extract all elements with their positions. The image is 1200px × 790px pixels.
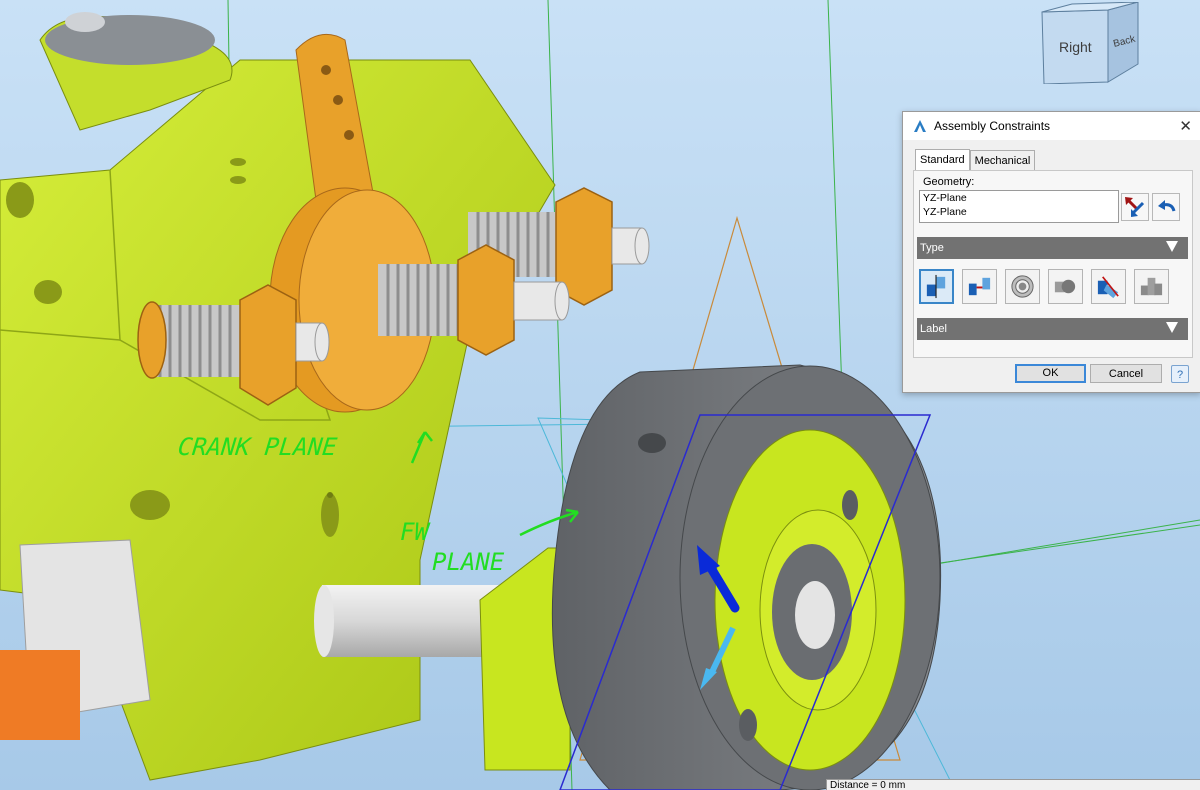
constraint-type-buttons bbox=[919, 269, 1169, 304]
fw-plane-annotation: PLANE bbox=[432, 548, 505, 576]
status-bar: Distance = 0 mm bbox=[826, 779, 1200, 790]
concentric-constraint-button[interactable] bbox=[1005, 269, 1040, 304]
geometry-selection-list[interactable]: YZ-Plane YZ-Plane bbox=[919, 190, 1119, 223]
collapse-triangle-icon[interactable] bbox=[1166, 241, 1178, 252]
crank-plane-annotation: CRANK PLANE bbox=[177, 433, 339, 461]
type-section-label: Type bbox=[920, 242, 944, 254]
point-icon bbox=[1054, 279, 1076, 294]
view-cube[interactable]: Right Back bbox=[1038, 1, 1144, 85]
cancel-button[interactable]: Cancel bbox=[1090, 364, 1162, 383]
offset-planar-icon bbox=[968, 277, 991, 296]
undo-arrow-icon bbox=[1158, 200, 1176, 212]
geometry-label: Geometry: bbox=[923, 176, 975, 188]
geometry-item[interactable]: YZ-Plane bbox=[923, 191, 1118, 205]
offset-planar-constraint-button[interactable] bbox=[962, 269, 997, 304]
point-constraint-button[interactable] bbox=[1048, 269, 1083, 304]
label-section-header[interactable]: Label bbox=[917, 318, 1188, 340]
flip-arrows-icon bbox=[1125, 197, 1145, 217]
ok-button[interactable]: OK bbox=[1015, 364, 1086, 383]
fw-annotation: FW bbox=[400, 518, 431, 546]
dialog-titlebar[interactable]: Assembly Constraints ✕ bbox=[903, 112, 1200, 140]
close-icon[interactable]: ✕ bbox=[1179, 117, 1192, 135]
tab-standard[interactable]: Standard bbox=[915, 149, 970, 172]
label-section-label: Label bbox=[920, 323, 947, 335]
dialog-title: Assembly Constraints bbox=[934, 119, 1051, 133]
geometry-item[interactable]: YZ-Plane bbox=[923, 205, 1118, 219]
type-section-header[interactable]: Type bbox=[917, 237, 1188, 259]
assembly-constraints-dialog[interactable]: Assembly Constraints ✕ Standard Mechanic… bbox=[902, 111, 1200, 393]
distance-constraint-button[interactable] bbox=[1134, 269, 1169, 304]
tab-mechanical[interactable]: Mechanical bbox=[969, 150, 1036, 171]
distance-readout: Distance = 0 mm bbox=[830, 780, 906, 790]
collapse-triangle-icon[interactable] bbox=[1166, 322, 1178, 333]
app-logo-icon bbox=[914, 120, 926, 132]
flywheel-part[interactable] bbox=[551, 364, 942, 790]
concentric-icon bbox=[1011, 275, 1034, 298]
distance-icon bbox=[1140, 277, 1163, 296]
planar-icon bbox=[926, 274, 946, 299]
undo-selection-button[interactable] bbox=[1152, 193, 1180, 221]
flip-selection-button[interactable] bbox=[1121, 193, 1149, 221]
angle-constraint-button[interactable] bbox=[1091, 269, 1126, 304]
viewcube-right-face-label: Right bbox=[1059, 39, 1092, 55]
planar-constraint-button[interactable] bbox=[919, 269, 954, 304]
angle-icon bbox=[1097, 276, 1119, 299]
help-icon[interactable]: ? bbox=[1171, 365, 1189, 383]
